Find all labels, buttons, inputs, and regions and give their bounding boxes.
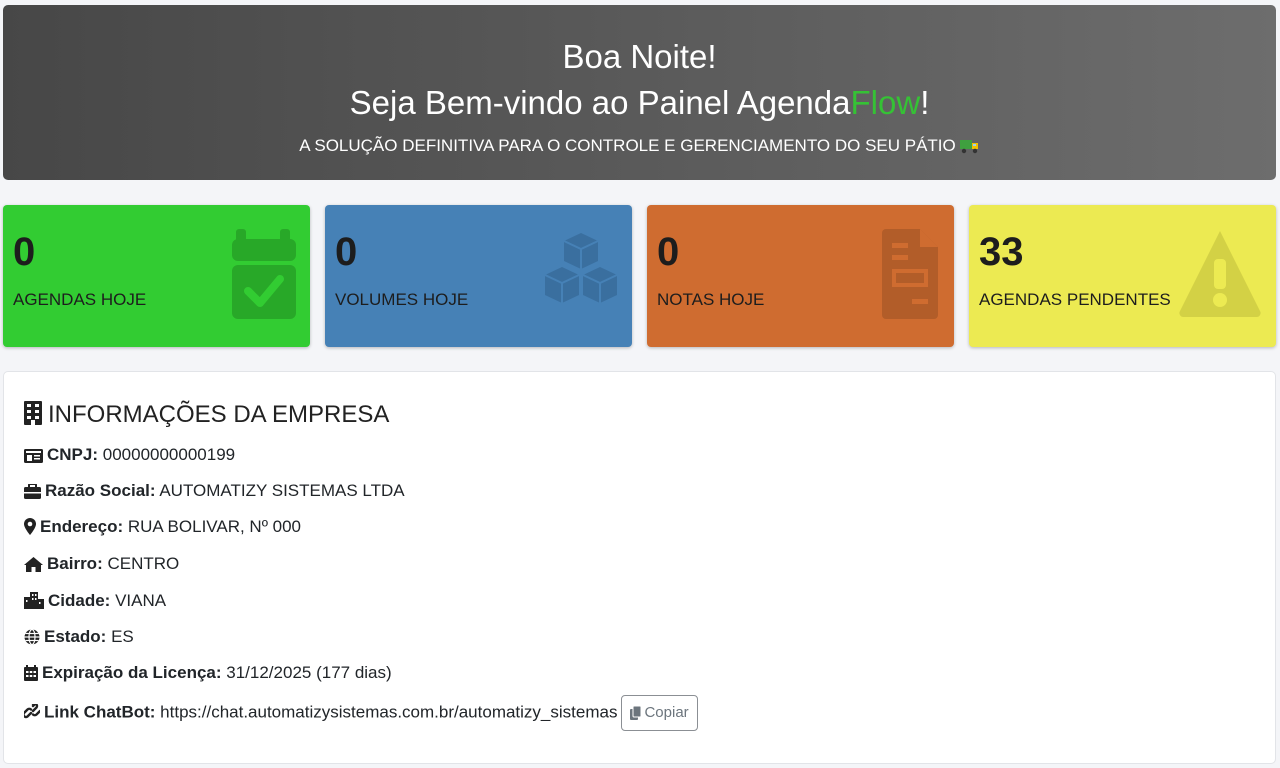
warning-icon	[1178, 229, 1262, 326]
calendar-icon	[24, 665, 38, 681]
copy-button-label: Copiar	[644, 704, 689, 721]
field-cnpj: CNPJ: 00000000000199	[24, 444, 235, 466]
company-info-title-text: INFORMAÇÕES DA EMPRESA	[48, 401, 390, 428]
calendar-check-icon	[230, 229, 296, 326]
field-value: AUTOMATIZY SISTEMAS LTDA	[159, 481, 405, 500]
volumes-hoje-label: VOLUMES HOJE	[335, 290, 469, 309]
id-card-icon	[24, 449, 43, 463]
link-icon	[22, 701, 42, 719]
building-icon	[24, 401, 42, 425]
field-label: Cidade:	[48, 591, 111, 610]
field-estado: Estado: ES	[24, 626, 134, 648]
field-razao-social: Razão Social: AUTOMATIZY SISTEMAS LTDA	[24, 480, 405, 502]
field-endereco: Endereço: RUA BOLIVAR, Nº 000	[24, 516, 301, 538]
agendas-hoje-value: 0	[13, 230, 36, 274]
welcome-suffix: !	[920, 84, 930, 121]
field-label: Estado:	[44, 627, 107, 646]
welcome-title: Seja Bem-vindo ao Painel AgendaFlow!	[3, 83, 1276, 123]
welcome-banner: Boa Noite! Seja Bem-vindo ao Painel Agen…	[3, 5, 1276, 180]
tagline-text: A SOLUÇÃO DEFINITIVA PARA O CONTROLE E G…	[299, 136, 956, 155]
company-info-title: INFORMAÇÕES DA EMPRESA	[24, 400, 389, 430]
company-info-panel: INFORMAÇÕES DA EMPRESA CNPJ: 00000000000…	[3, 371, 1276, 764]
agendas-hoje-label: AGENDAS HOJE	[13, 290, 147, 309]
field-value: ES	[111, 627, 134, 646]
agendas-pendentes-label: AGENDAS PENDENTES	[979, 290, 1171, 309]
cubes-icon	[544, 229, 618, 314]
field-value: VIANA	[115, 591, 167, 610]
greeting: Boa Noite!	[562, 38, 717, 75]
copy-icon	[630, 705, 642, 720]
agendas-pendentes-value: 33	[979, 230, 1024, 274]
card-agendas-hoje[interactable]: 0 AGENDAS HOJE	[3, 205, 310, 347]
field-link-chatbot: Link ChatBot: https://chat.automatizysis…	[22, 695, 698, 731]
field-label: Link ChatBot:	[44, 702, 156, 722]
home-icon	[24, 557, 43, 572]
field-label: CNPJ:	[47, 445, 99, 464]
file-invoice-icon	[882, 229, 940, 326]
notas-hoje-label: NOTAS HOJE	[657, 290, 765, 309]
card-volumes-hoje[interactable]: 0 VOLUMES HOJE	[325, 205, 632, 347]
chatbot-link[interactable]: https://chat.automatizysistemas.com.br/a…	[160, 702, 617, 721]
field-bairro: Bairro: CENTRO	[24, 553, 179, 575]
volumes-hoje-value: 0	[335, 230, 358, 274]
field-label: Endereço:	[40, 517, 124, 536]
field-expiracao: Expiração da Licença: 31/12/2025 (177 di…	[24, 662, 392, 684]
field-label: Razão Social:	[45, 481, 156, 500]
map-marker-icon	[24, 518, 36, 535]
field-value: RUA BOLIVAR, Nº 000	[127, 517, 302, 536]
welcome-prefix: Seja Bem-vindo ao Painel Agenda	[349, 84, 851, 121]
field-value: 31/12/2025 (177 dias)	[226, 663, 392, 682]
brand-flow: Flow	[850, 84, 921, 121]
globe-icon	[24, 628, 40, 646]
tagline: A SOLUÇÃO DEFINITIVA PARA O CONTROLE E G…	[3, 135, 1276, 160]
card-agendas-pendentes[interactable]: 33 AGENDAS PENDENTES	[969, 205, 1276, 347]
field-label: Bairro:	[47, 554, 103, 573]
field-value: CENTRO	[107, 554, 180, 573]
truck-icon	[959, 138, 980, 160]
notas-hoje-value: 0	[657, 230, 680, 274]
city-icon	[24, 592, 44, 609]
card-notas-hoje[interactable]: 0 NOTAS HOJE	[647, 205, 954, 347]
briefcase-icon	[24, 483, 41, 499]
field-cidade: Cidade: VIANA	[24, 590, 166, 612]
field-label: Expiração da Licença:	[42, 663, 222, 682]
copy-button[interactable]: Copiar	[621, 695, 698, 731]
field-value: 00000000000199	[102, 445, 236, 464]
